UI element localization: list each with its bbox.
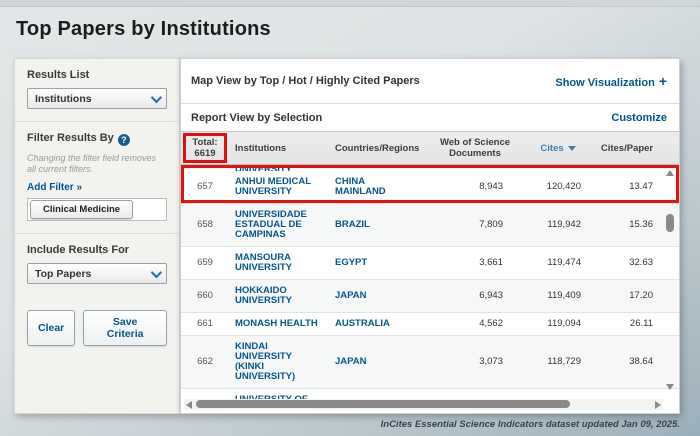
header-institutions: Institutions	[229, 132, 331, 164]
cell-country: CHINA MAINLAND	[331, 171, 429, 203]
table-row: 659MANSOURA UNIVERSITYEGYPT3,661119,4743…	[181, 247, 679, 280]
cell-country: BRAZIL	[331, 204, 429, 246]
cell-inst[interactable]: HOKKAIDO UNIVERSITY	[229, 280, 331, 312]
table-body: UNIVERSITY 657ANHUI MEDICAL UNIVERSITYCH…	[181, 165, 679, 403]
cell-inst[interactable]: KINDAI UNIVERSITY (KINKI UNIVERSITY)	[229, 336, 331, 388]
cell-cites: 120,420	[521, 171, 595, 203]
header-documents: Web of Science Documents	[429, 132, 521, 164]
cell-country: AUSTRALIA	[331, 313, 429, 335]
sidebar: Results List Institutions Filter Results…	[14, 58, 180, 414]
cell-docs: 6,943	[429, 280, 521, 312]
cell-cpp: 17.20	[595, 280, 659, 312]
scroll-up-icon[interactable]	[666, 170, 674, 176]
cell-cpp: 32.63	[595, 247, 659, 279]
scroll-right-icon[interactable]	[655, 401, 661, 409]
cell-cpp: 26.11	[595, 313, 659, 335]
dataset-update-note: InCites Essential Science Indicators dat…	[381, 419, 680, 430]
cell-inst[interactable]: MANSOURA UNIVERSITY	[229, 247, 331, 279]
header-countries: Countries/Regions	[331, 132, 429, 164]
cell-rank: 661	[181, 313, 229, 335]
cell-cites: 119,094	[521, 313, 595, 335]
include-dropdown[interactable]: Top Papers	[27, 263, 167, 284]
chevron-down-icon	[151, 266, 162, 277]
top-strip	[0, 0, 700, 7]
total-label: Total:	[192, 137, 217, 148]
cell-rank: 660	[181, 280, 229, 312]
cell-cpp: 15.36	[595, 204, 659, 246]
filter-note: Changing the filter field removes all cu…	[27, 153, 167, 175]
cell-cpp: 13.47	[595, 171, 659, 203]
filter-heading: Filter Results By?	[27, 132, 167, 146]
save-criteria-button[interactable]: Save Criteria	[83, 310, 167, 346]
sort-descending-icon	[568, 146, 576, 151]
cell-rank: 657	[181, 171, 229, 203]
vertical-scrollbar[interactable]	[665, 166, 676, 404]
table-row: 658UNIVERSIDADE ESTADUAL DE CAMPINASBRAZ…	[181, 204, 679, 247]
cell-docs: 4,562	[429, 313, 521, 335]
filter-chip[interactable]: Clinical Medicine	[30, 200, 133, 219]
results-list-section: Results List Institutions	[15, 59, 179, 122]
results-list-label: Results List	[27, 69, 167, 81]
table-header: Total: 6619 Institutions Countries/Regio…	[181, 131, 679, 165]
show-visualization-link[interactable]: Show Visualization +	[555, 73, 667, 89]
cell-inst[interactable]: MONASH HEALTH	[229, 313, 331, 335]
cell-cpp: 38.64	[595, 336, 659, 388]
header-cites-label: Cites	[540, 143, 563, 154]
cell-country: JAPAN	[331, 336, 429, 388]
cell-docs: 3,661	[429, 247, 521, 279]
report-view-title: Report View by Selection	[191, 112, 322, 124]
show-visualization-label: Show Visualization	[555, 77, 654, 89]
table-row: 662KINDAI UNIVERSITY (KINKI UNIVERSITY)J…	[181, 336, 679, 389]
include-value: Top Papers	[35, 268, 91, 280]
results-list-value: Institutions	[35, 93, 92, 105]
cell-docs: 8,943	[429, 171, 521, 203]
table-row: 657ANHUI MEDICAL UNIVERSITYCHINA MAINLAN…	[181, 171, 679, 204]
cell-rank: 658	[181, 204, 229, 246]
horizontal-scroll-thumb[interactable]	[196, 400, 570, 408]
vertical-scroll-thumb[interactable]	[666, 214, 674, 232]
total-value: 6619	[192, 148, 217, 159]
page-title: Top Papers by Institutions	[16, 18, 271, 41]
horizontal-scrollbar[interactable]	[184, 399, 663, 410]
cell-cites: 119,409	[521, 280, 595, 312]
chevron-down-icon	[151, 91, 162, 102]
filter-heading-text: Filter Results By	[27, 132, 114, 144]
main-panel: Map View by Top / Hot / Highly Cited Pap…	[180, 58, 680, 414]
cell-inst[interactable]: UNIVERSIDADE ESTADUAL DE CAMPINAS	[229, 204, 331, 246]
header-total-cell: Total: 6619	[181, 132, 229, 164]
help-icon[interactable]: ?	[118, 134, 130, 146]
table-body-rows: 657ANHUI MEDICAL UNIVERSITYCHINA MAINLAN…	[181, 171, 679, 403]
cell-cites: 119,474	[521, 247, 595, 279]
customize-link[interactable]: Customize	[611, 112, 667, 124]
report-view-bar: Report View by Selection Customize	[181, 104, 679, 131]
table-row: 660HOKKAIDO UNIVERSITYJAPAN6,943119,4091…	[181, 280, 679, 313]
filter-section: Filter Results By? Changing the filter f…	[15, 122, 179, 234]
filter-input[interactable]: Clinical Medicine	[27, 198, 167, 221]
cell-rank: 659	[181, 247, 229, 279]
cell-country: JAPAN	[331, 280, 429, 312]
include-section: Include Results For Top Papers	[15, 234, 179, 296]
cell-country: EGYPT	[331, 247, 429, 279]
map-view-title: Map View by Top / Hot / Highly Cited Pap…	[191, 75, 420, 87]
add-filter-link[interactable]: Add Filter »	[27, 182, 167, 193]
clear-button[interactable]: Clear	[27, 310, 75, 346]
header-cites-sort[interactable]: Cites	[521, 132, 595, 164]
map-view-bar: Map View by Top / Hot / Highly Cited Pap…	[181, 59, 679, 104]
cell-docs: 7,809	[429, 204, 521, 246]
scroll-left-icon[interactable]	[186, 401, 192, 409]
cell-rank: 662	[181, 336, 229, 388]
cell-inst[interactable]: ANHUI MEDICAL UNIVERSITY	[229, 171, 331, 203]
results-list-dropdown[interactable]: Institutions	[27, 88, 167, 109]
header-cites-per-paper: Cites/Paper	[595, 132, 659, 164]
cell-docs: 3,073	[429, 336, 521, 388]
sidebar-buttons: Clear Save Criteria	[15, 296, 179, 360]
scroll-down-icon[interactable]	[666, 384, 674, 390]
cell-cites: 119,942	[521, 204, 595, 246]
table-row: 661MONASH HEALTHAUSTRALIA4,562119,09426.…	[181, 313, 679, 336]
include-label: Include Results For	[27, 244, 167, 256]
cell-cites: 118,729	[521, 336, 595, 388]
plus-icon: +	[659, 73, 667, 89]
